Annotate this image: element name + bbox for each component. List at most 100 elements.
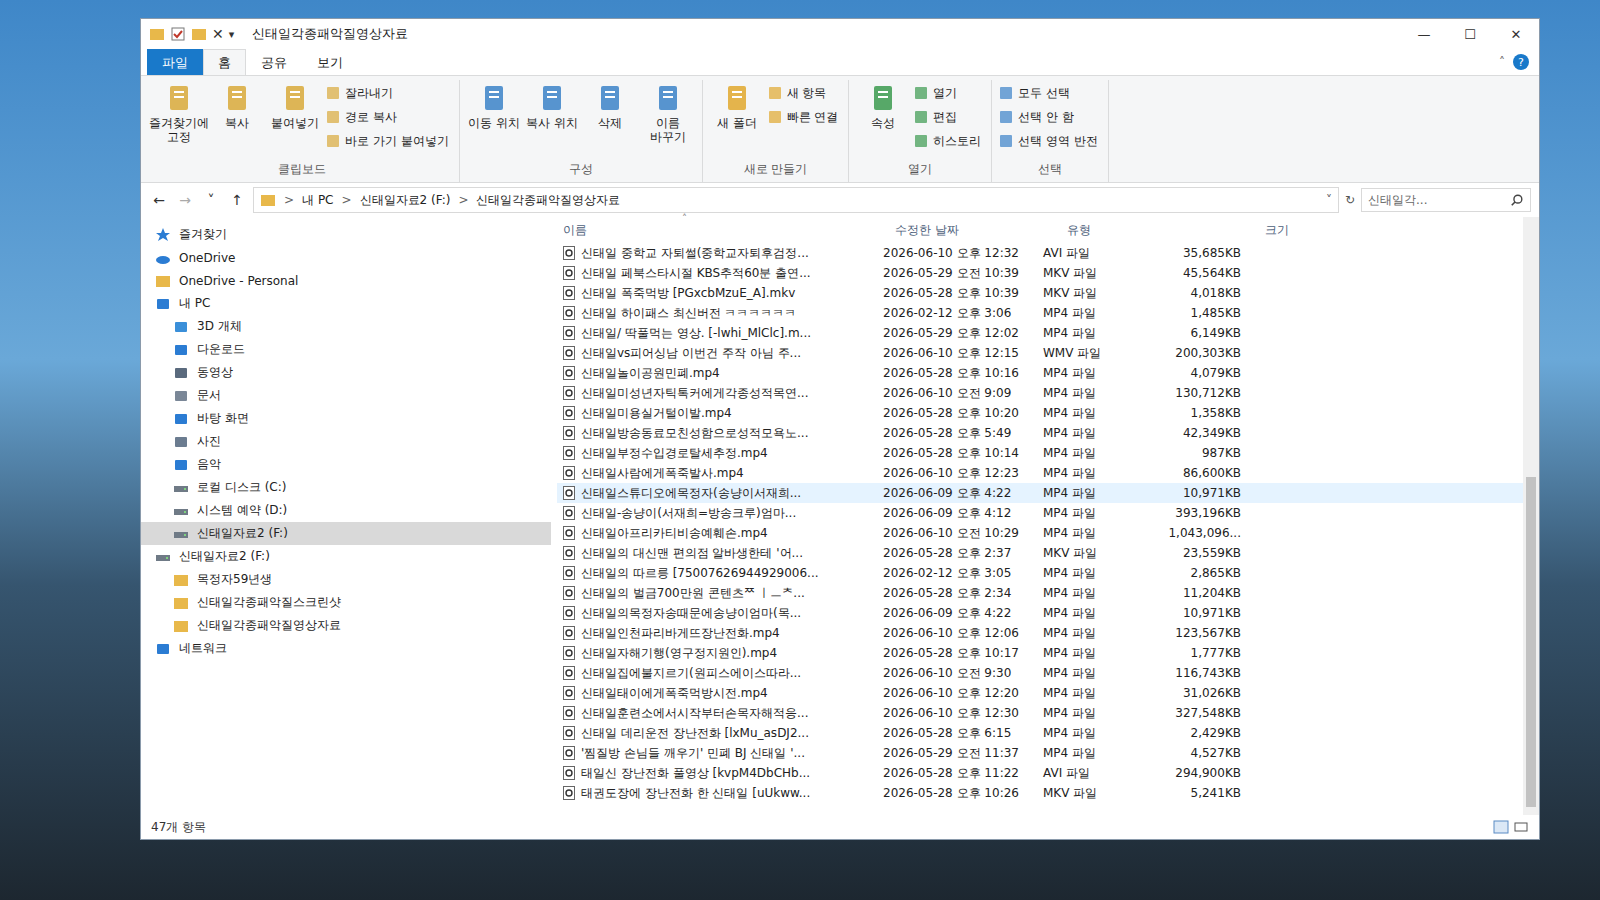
ribbon-small-button[interactable]: 선택 영역 반전 (998, 130, 1102, 152)
quick-delete[interactable]: ✕ (212, 26, 224, 42)
ribbon-small-button[interactable]: 새 항목 (767, 82, 843, 104)
column-header[interactable]: 이름 (557, 222, 889, 239)
sidebar-item[interactable]: 문서 (141, 384, 551, 407)
table-row[interactable]: 신태일자해기행(영구정지원인).mp4 2026-05-28 오후 10:17 … (557, 643, 1523, 663)
address-dropdown[interactable]: ˅ (1326, 193, 1332, 207)
ribbon-small-button[interactable]: 잘라내기 (325, 82, 453, 104)
table-row[interactable]: 신태일인천파리바게뜨장난전화.mp4 2026-06-10 오후 12:06 M… (557, 623, 1523, 643)
ribbon-large-button[interactable]: 이동 위치 (466, 80, 522, 159)
table-row[interactable]: 태권도장에 장난전화 한 신태일 [uUkww... 2026-05-28 오후… (557, 783, 1523, 803)
sidebar-item[interactable]: 3D 개체 (141, 315, 551, 338)
sidebar-item[interactable]: 신태일각종패악질스크린샷 (141, 591, 551, 614)
search-box[interactable]: 신태일각... (1361, 188, 1531, 212)
nav-button[interactable]: ↑ (227, 192, 247, 208)
properties-check-icon[interactable] (170, 26, 186, 42)
nav-button[interactable]: → (175, 192, 195, 208)
sidebar-item[interactable]: 신태일각종패악질영상자료 (141, 614, 551, 637)
ribbon-collapse[interactable]: ˄ (1491, 49, 1513, 75)
ribbon-small-button[interactable]: 모두 선택 (998, 82, 1102, 104)
quick-toolbar-dropdown[interactable]: ▾ (229, 23, 239, 45)
sidebar-item[interactable]: 즐겨찾기 (141, 223, 551, 246)
column-header[interactable]: 수정한 날짜 (889, 222, 1061, 239)
ribbon-large-button[interactable]: 복사 위치 (524, 80, 580, 159)
table-row[interactable]: 신태일의 벌금700만원 콘텐츠ᄍ ㅣㅡᄎ... 2026-05-28 오후 2… (557, 583, 1523, 603)
table-row[interactable]: 신태일 페북스타시절 KBS추적60분 출연... 2026-05-29 오전 … (557, 263, 1523, 283)
ribbon-large-button[interactable]: 삭제 (582, 80, 638, 159)
table-row[interactable]: 신태일 중학교 자퇴썰(중학교자퇴후검정... 2026-06-10 오후 12… (557, 243, 1523, 263)
ribbon-large-button[interactable]: 새 폴더 (709, 80, 765, 159)
table-row[interactable]: 신태일의 따르릉 [75007626944929006... 2026-02-1… (557, 563, 1523, 583)
table-row[interactable]: 신태일 폭죽먹방 [PGxcbMzuE_A].mkv 2026-05-28 오후… (557, 283, 1523, 303)
sidebar-item[interactable]: 네트워크 (141, 637, 551, 660)
sidebar-item[interactable]: OneDrive - Personal (141, 269, 551, 292)
nav-button[interactable]: ← (149, 192, 169, 208)
sidebar-item[interactable]: 다운로드 (141, 338, 551, 361)
new-folder-icon[interactable] (191, 26, 207, 42)
ribbon-small-button[interactable]: 히스토리 (913, 130, 985, 152)
ribbon-small-button[interactable]: 빠른 연결 (767, 106, 843, 128)
sidebar-item[interactable]: 사진 (141, 430, 551, 453)
column-header[interactable]: 크기 (1183, 222, 1295, 239)
sidebar-item[interactable]: 내 PC (141, 292, 551, 315)
ribbon-tab[interactable]: 파일 (147, 49, 203, 75)
ribbon-large-button[interactable]: 붙여넣기 (267, 80, 323, 159)
table-row[interactable]: 신태일vs피어싱남 이번건 주작 아님 주... 2026-06-10 오후 1… (557, 343, 1523, 363)
ribbon-small-button[interactable]: 경로 복사 (325, 106, 453, 128)
window-control-button[interactable]: ✕ (1493, 19, 1539, 49)
ribbon-small-button[interactable]: 바로 가기 붙여넣기 (325, 130, 453, 152)
table-row[interactable]: 신태일의 대신맨 편의점 알바생한테 '어... 2026-05-28 오후 2… (557, 543, 1523, 563)
breadcrumb[interactable]: 신태일자료2 (F:) (360, 192, 451, 209)
sidebar-item[interactable]: 신태일자료2 (F:) (141, 545, 551, 568)
table-row[interactable]: 신태일훈련소에서시작부터손목자해적응... 2026-06-10 오후 12:3… (557, 703, 1523, 723)
sidebar-item[interactable]: 시스템 예약 (D:) (141, 499, 551, 522)
sidebar-item[interactable]: 음악 (141, 453, 551, 476)
help-button[interactable]: ? (1513, 54, 1529, 70)
sidebar-item[interactable]: 로컬 디스크 (C:) (141, 476, 551, 499)
refresh-button[interactable]: ↻ (1345, 193, 1355, 207)
breadcrumb[interactable]: 신태일각종패악질영상자료 (476, 192, 620, 209)
table-row[interactable]: 신태일아프리카티비송예훼손.mp4 2026-06-10 오전 10:29 MP… (557, 523, 1523, 543)
scrollbar-thumb[interactable] (1526, 477, 1536, 807)
ribbon-small-button[interactable]: 선택 안 함 (998, 106, 1102, 128)
ribbon-small-button[interactable]: 열기 (913, 82, 985, 104)
table-row[interactable]: 신태일 하이패스 최신버전 ㅋㅋㅋㅋㅋㅋ 2026-02-12 오후 3:06 … (557, 303, 1523, 323)
table-row[interactable]: 신태일부정수입경로탈세추정.mp4 2026-05-28 오후 10:14 MP… (557, 443, 1523, 463)
details-view-icon[interactable] (1493, 819, 1509, 835)
ribbon-large-button[interactable]: 속성 (855, 80, 911, 159)
ribbon-large-button[interactable]: 즐겨찾기에 고정 (151, 80, 207, 159)
table-row[interactable]: 신태일미성년자틱톡커에게각종성적목연... 2026-06-10 오전 9:09… (557, 383, 1523, 403)
table-row[interactable]: 신태일-송냥이(서재희=방송크루)엄마... 2026-06-09 오후 4:1… (557, 503, 1523, 523)
table-row[interactable]: 신태일태이에게폭죽먹방시전.mp4 2026-06-10 오후 12:20 MP… (557, 683, 1523, 703)
scrollbar[interactable] (1523, 217, 1539, 815)
nav-button[interactable]: ˅ (201, 192, 221, 208)
window-control-button[interactable]: ☐ (1447, 19, 1493, 49)
ribbon-large-button[interactable]: 복사 (209, 80, 265, 159)
ribbon-large-button[interactable]: 이름 바꾸기 (640, 80, 696, 159)
sidebar-item[interactable]: 목정자59년생 (141, 568, 551, 591)
column-header[interactable]: 유형 (1061, 222, 1183, 239)
ribbon-tab[interactable]: 보기 (302, 49, 358, 75)
sidebar-item[interactable]: 동영상 (141, 361, 551, 384)
table-row[interactable]: 신태일집에불지르기(원피스에이스따라... 2026-06-10 오전 9:30… (557, 663, 1523, 683)
table-row[interactable]: 신태일/ 딱풀먹는 영상. [-lwhi_MlClc].m... 2026-05… (557, 323, 1523, 343)
table-row[interactable]: 태일신 장난전화 풀영상 [kvpM4DbCHb... 2026-05-28 오… (557, 763, 1523, 783)
table-row[interactable]: 신태일미용실거털이발.mp4 2026-05-28 오후 10:20 MP4 파… (557, 403, 1523, 423)
ribbon-tab[interactable]: 공유 (246, 49, 302, 75)
sidebar-item[interactable]: OneDrive (141, 246, 551, 269)
window-control-button[interactable]: — (1401, 19, 1447, 49)
large-icons-view-icon[interactable] (1513, 819, 1529, 835)
table-row[interactable]: 신태일스튜디오에목정자(송냥이서재희... 2026-06-09 오후 4:22… (557, 483, 1523, 503)
ribbon-tab[interactable]: 홈 (203, 49, 246, 75)
address-bar[interactable]: > 내 PC> 신태일자료2 (F:)> 신태일각종패악질영상자료 ˅ (253, 187, 1339, 213)
sidebar-item[interactable]: 신태일자료2 (F:) (141, 522, 551, 545)
table-row[interactable]: 신태일의목정자송때문에송냥이엄마(목... 2026-06-09 오후 4:22… (557, 603, 1523, 623)
folder-icon[interactable] (149, 26, 165, 42)
table-row[interactable]: 신태일사람에게폭죽발사.mp4 2026-06-10 오후 12:23 MP4 … (557, 463, 1523, 483)
sidebar-item[interactable]: 바탕 화면 (141, 407, 551, 430)
ribbon-small-button[interactable]: 편집 (913, 106, 985, 128)
table-row[interactable]: 신태일방송동료모친성함으로성적모욕노... 2026-05-28 오후 5:49… (557, 423, 1523, 443)
table-row[interactable]: '찜질방 손님들 깨우기' 민폐 BJ 신태일 '... 2026-05-29 … (557, 743, 1523, 763)
table-row[interactable]: 신태일놀이공원민폐.mp4 2026-05-28 오후 10:16 MP4 파일… (557, 363, 1523, 383)
breadcrumb[interactable]: 내 PC (302, 192, 333, 209)
table-row[interactable]: 신태일 데리운전 장난전화 [lxMu_asDJ2... 2026-05-28 … (557, 723, 1523, 743)
